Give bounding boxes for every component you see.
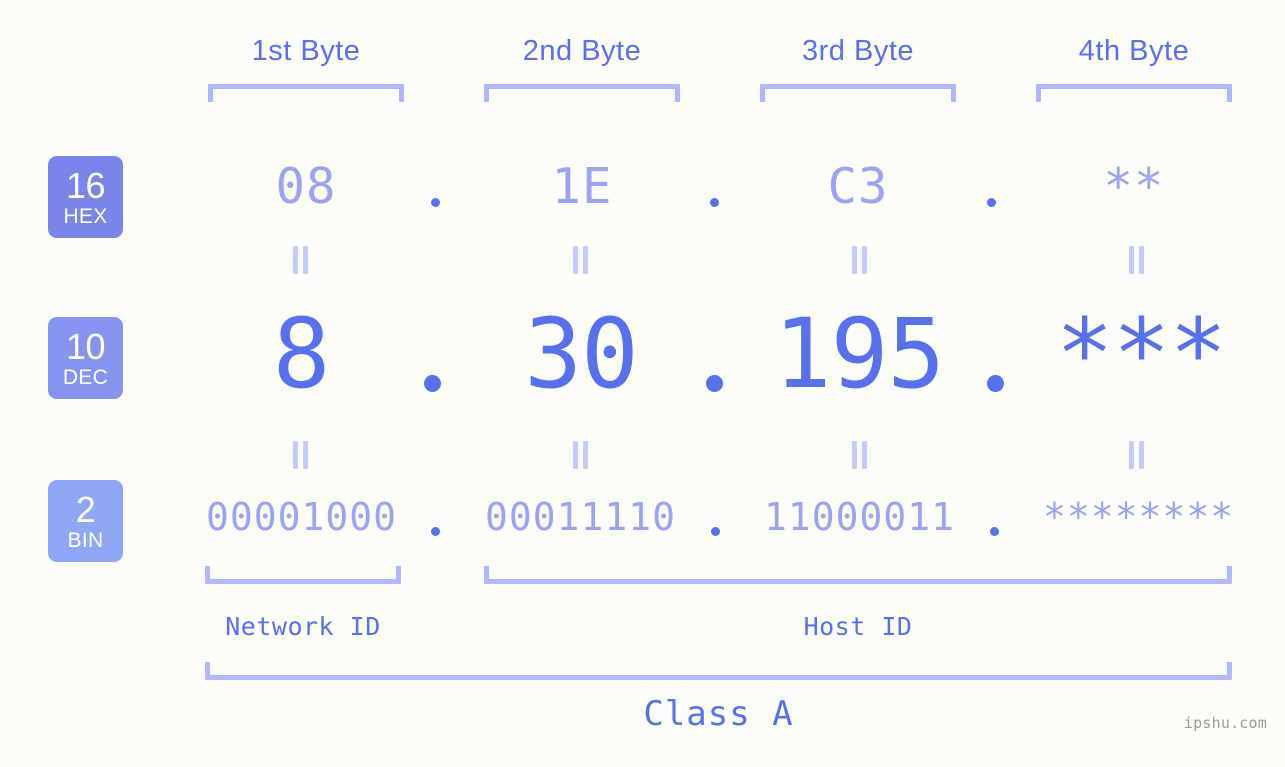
equals-sign-dec-bin-3 — [851, 441, 868, 469]
dec-byte-4: *** — [1055, 298, 1227, 410]
base-badge-dec-number: 10 — [65, 325, 106, 367]
equals-sign-hex-dec-1 — [292, 246, 309, 274]
base-badge-bin-abbr: BIN — [67, 528, 104, 552]
base-badge-bin: 2 BIN — [48, 480, 123, 562]
bin-byte-3: 11000011 — [763, 495, 956, 539]
byte-header-3: 3rd Byte — [802, 35, 914, 67]
class-bracket — [205, 662, 1232, 680]
bin-separator-3 — [990, 527, 999, 536]
bin-separator-1 — [431, 527, 440, 536]
equals-sign-hex-dec-2 — [572, 246, 589, 274]
byte-header-1: 1st Byte — [251, 35, 361, 67]
base-badge-dec: 10 DEC — [48, 317, 123, 399]
equals-sign-dec-bin-2 — [572, 441, 589, 469]
byte-bracket-1 — [208, 84, 404, 102]
bin-byte-4: ******** — [1042, 495, 1235, 539]
equals-sign-dec-bin-1 — [292, 441, 309, 469]
byte-header-2: 2nd Byte — [522, 35, 642, 67]
base-badge-dec-abbr: DEC — [62, 365, 109, 389]
host-id-label: Host ID — [803, 612, 913, 641]
equals-sign-hex-dec-3 — [851, 246, 868, 274]
base-badge-hex-abbr: HEX — [63, 204, 108, 228]
network-id-bracket — [205, 566, 401, 584]
base-badge-hex-number: 16 — [65, 164, 106, 206]
bin-byte-2: 00011110 — [484, 495, 677, 539]
hex-byte-3: C3 — [827, 158, 889, 215]
ip-address-breakdown-diagram: 1st Byte 2nd Byte 3rd Byte 4th Byte 16 H… — [0, 0, 1285, 767]
host-id-bracket — [484, 566, 1232, 584]
hex-separator-3 — [987, 198, 996, 207]
network-id-label: Network ID — [225, 612, 381, 641]
hex-separator-1 — [431, 198, 440, 207]
base-badge-bin-number: 2 — [75, 488, 96, 530]
hex-separator-2 — [710, 198, 719, 207]
dec-byte-1: 8 — [272, 298, 331, 410]
base-badge-hex: 16 HEX — [48, 156, 123, 238]
hex-byte-1: 08 — [275, 158, 337, 215]
equals-sign-dec-bin-4 — [1128, 441, 1145, 469]
bin-byte-1: 00001000 — [205, 495, 398, 539]
dec-separator-3 — [987, 375, 1004, 392]
byte-header-4: 4th Byte — [1078, 35, 1190, 67]
equals-sign-hex-dec-4 — [1128, 246, 1145, 274]
hex-byte-2: 1E — [551, 158, 613, 215]
dec-separator-2 — [706, 375, 723, 392]
class-label: Class A — [643, 694, 794, 734]
watermark: ipshu.com — [1183, 714, 1267, 732]
byte-bracket-2 — [484, 84, 680, 102]
byte-bracket-3 — [760, 84, 956, 102]
byte-bracket-4 — [1036, 84, 1232, 102]
hex-byte-4: ** — [1103, 158, 1165, 215]
dec-byte-2: 30 — [524, 298, 639, 410]
dec-byte-3: 195 — [773, 298, 945, 410]
bin-separator-2 — [711, 527, 720, 536]
dec-separator-1 — [424, 375, 441, 392]
